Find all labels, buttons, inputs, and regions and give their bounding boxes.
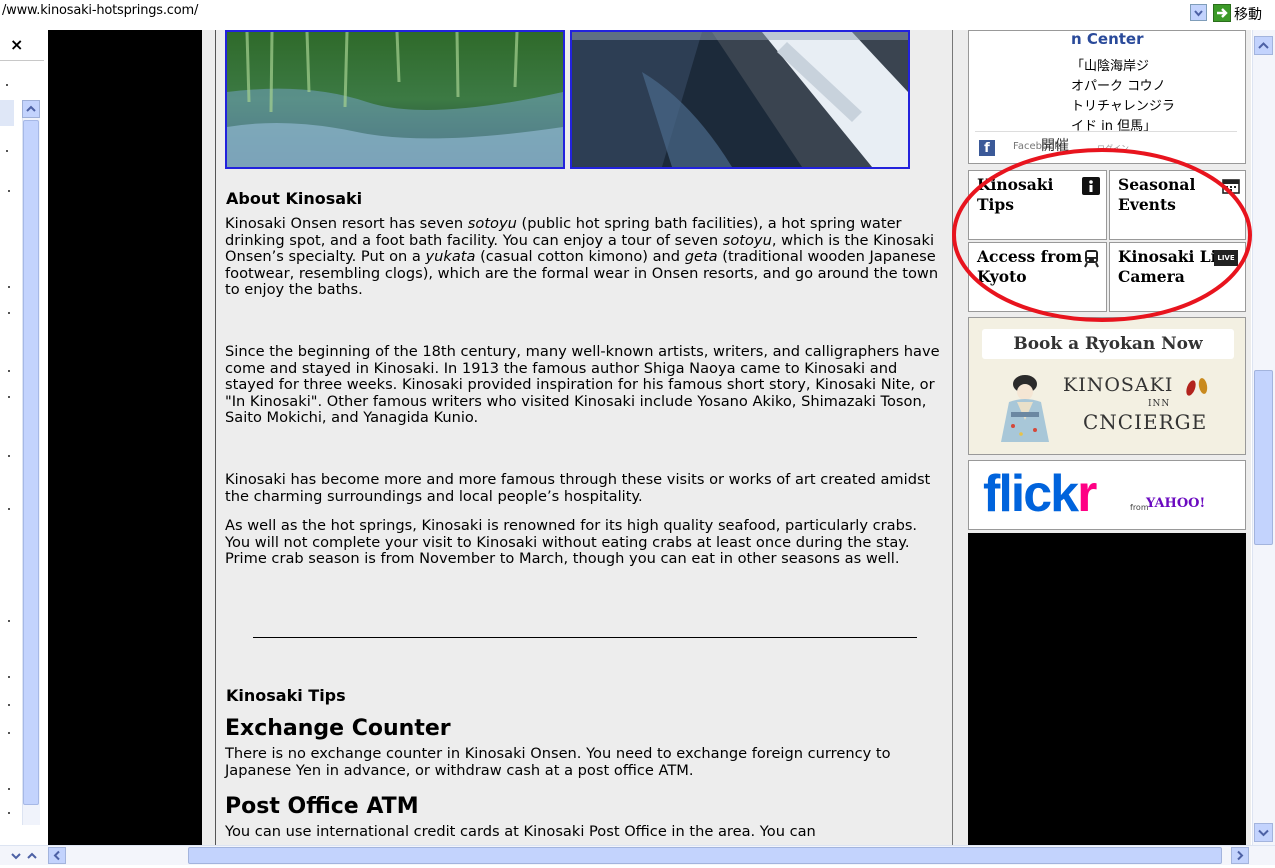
- vertical-scroll-thumb[interactable]: [1254, 370, 1273, 545]
- about-heading: About Kinosaki: [226, 189, 363, 208]
- scroll-left-button[interactable]: [48, 847, 66, 864]
- sidebar-dot: [6, 150, 8, 152]
- info-center-line[interactable]: イド in 但馬」: [1071, 115, 1156, 131]
- section-divider: [253, 637, 917, 638]
- chevron-up-icon: [26, 105, 36, 112]
- chevron-right-icon: [1237, 850, 1244, 861]
- sidebar-dot: [8, 455, 10, 457]
- facebook-separator: [975, 131, 1237, 132]
- sidebar-dot: [6, 84, 8, 86]
- scroll-down-button[interactable]: [1254, 823, 1273, 842]
- post-office-atm-heading: Post Office ATM: [225, 794, 419, 819]
- exchange-counter-text: There is no exchange counter in Kinosaki…: [225, 745, 891, 779]
- chevron-up-icon: [1258, 42, 1269, 49]
- flickr-logo-pink: r: [1077, 465, 1097, 523]
- sidebar-dot: [8, 508, 10, 510]
- red-annotation-ellipse: [940, 140, 1275, 344]
- sidebar-divider: [0, 60, 44, 61]
- scroll-right-button[interactable]: [1231, 847, 1249, 864]
- sidebar-dot: [8, 396, 10, 398]
- flickr-logo-blue: flick: [983, 465, 1079, 523]
- scroll-up-button[interactable]: [1254, 36, 1273, 55]
- sidebar-scrollbar-thumb[interactable]: [23, 120, 39, 805]
- address-url-field[interactable]: /www.kinosaki-hotsprings.com/: [2, 3, 198, 18]
- info-center-line[interactable]: オパーク コウノ: [1071, 75, 1166, 94]
- about-paragraph-4: As well as the hot springs, Kinosaki is …: [225, 517, 918, 568]
- kimono-figure-icon: [995, 370, 1055, 449]
- chevron-up-icon: [27, 852, 37, 859]
- sidebar-dot: [8, 370, 10, 372]
- go-arrow-icon[interactable]: [1213, 4, 1231, 22]
- horizontal-scroll-thumb[interactable]: [188, 847, 1222, 864]
- sidebar-dot: [8, 732, 10, 734]
- post-office-atm-text: You can use international credit cards a…: [225, 823, 816, 840]
- sidebar-selected-row: [0, 100, 14, 126]
- sidebar-dot: [8, 704, 10, 706]
- sidebar-scroll-down-button[interactable]: [8, 848, 24, 864]
- sidebar-dot: [8, 676, 10, 678]
- info-center-line[interactable]: 「山陰海岸ジ: [1071, 55, 1149, 74]
- sidebar-scroll-up-button-bottom[interactable]: [24, 848, 40, 864]
- snow-canal-photo: [570, 30, 910, 169]
- sidebar-dot: [8, 312, 10, 314]
- concierge-logo-text: CNCIERGE: [1083, 410, 1208, 434]
- sidebar-dot: [8, 620, 10, 622]
- chevron-down-icon: [1258, 829, 1269, 837]
- about-paragraph-2: Since the beginning of the 18th century,…: [225, 343, 940, 427]
- yahoo-logo-text: YAHOO!: [1146, 496, 1206, 511]
- address-dropdown-button[interactable]: [1190, 4, 1207, 21]
- exchange-counter-heading: Exchange Counter: [225, 716, 451, 741]
- kinosaki-inn-logo-text: KINOSAKI: [1063, 374, 1174, 396]
- go-button-label[interactable]: 移動: [1234, 4, 1262, 24]
- about-paragraph-3: Kinosaki has become more and more famous…: [225, 471, 931, 505]
- sidebar-dot: [8, 190, 10, 192]
- info-center-heading[interactable]: n Center: [1071, 30, 1144, 48]
- geta-sandals-icon: [1182, 374, 1212, 402]
- about-paragraph-1: Kinosaki Onsen resort has seven sotoyu (…: [225, 215, 939, 299]
- sidebar-dot: [8, 812, 10, 814]
- content-left-border: [215, 30, 216, 845]
- sidebar-dot: [8, 788, 10, 790]
- page-left-margin: [48, 30, 202, 845]
- chevron-left-icon: [53, 850, 60, 861]
- flickr-logo: flickr: [983, 464, 1097, 524]
- tips-heading: Kinosaki Tips: [226, 686, 346, 705]
- right-column-empty-area: [968, 533, 1246, 845]
- sidebar-scroll-up-button[interactable]: [22, 100, 40, 118]
- sidebar-dot: [8, 286, 10, 288]
- info-center-line[interactable]: トリチャレンジラ: [1071, 95, 1175, 114]
- inn-logo-text: INN: [1148, 399, 1171, 409]
- chevron-down-icon: [11, 853, 21, 860]
- sidebar-close-icon[interactable]: ×: [10, 35, 23, 54]
- chevron-down-icon: [1194, 10, 1203, 17]
- river-willow-photo: [225, 30, 565, 169]
